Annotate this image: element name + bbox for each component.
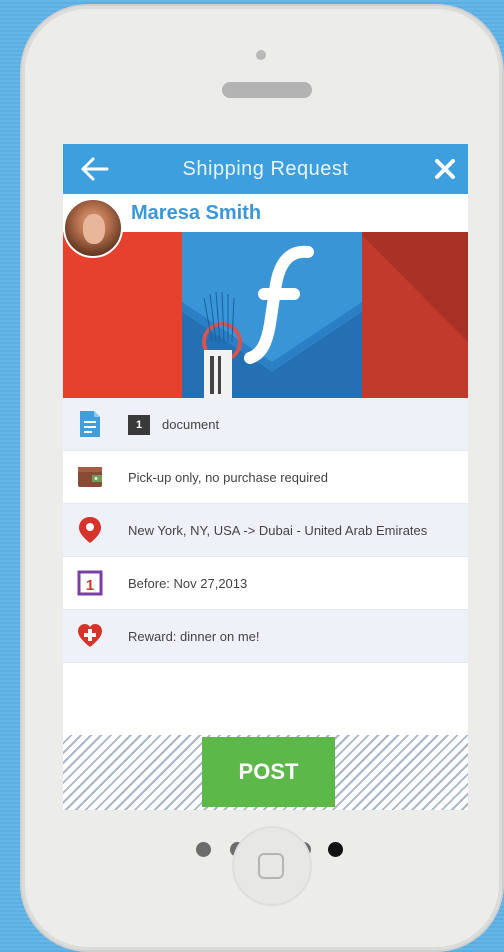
detail-text: New York, NY, USA -> Dubai - United Arab…: [128, 523, 428, 538]
detail-text: 1 document: [128, 398, 458, 451]
camera-icon: [256, 50, 266, 60]
arrow-left-icon[interactable]: [79, 156, 109, 182]
request-details: 1 document Pick-up only, no purchase req…: [63, 398, 468, 663]
detail-text: Pick-up only, no purchase required: [128, 470, 328, 485]
detail-row-date[interactable]: 1 Before: Nov 27,2013: [63, 557, 468, 610]
location-pin-icon: [79, 517, 101, 543]
calendar-icon: 1: [77, 570, 103, 596]
speaker-grille: [222, 82, 312, 98]
footer-bar: POST: [63, 735, 468, 810]
detail-row-reward[interactable]: Reward: dinner on me!: [63, 610, 468, 663]
home-button[interactable]: [232, 826, 312, 906]
home-square-icon: [258, 853, 284, 879]
hero-banner: [63, 232, 468, 398]
detail-row-route[interactable]: New York, NY, USA -> Dubai - United Arab…: [63, 504, 468, 557]
user-avatar[interactable]: [63, 198, 123, 258]
user-bar: Maresa Smith: [63, 194, 468, 232]
avatar-face: [83, 214, 105, 244]
document-icon: [80, 411, 100, 437]
quantity-badge: 1: [128, 414, 150, 435]
wallet-icon: [78, 467, 102, 487]
top-bar: Shipping Request: [63, 144, 468, 194]
page-dot-active[interactable]: [328, 842, 343, 857]
page-title: Shipping Request: [182, 158, 349, 180]
post-button[interactable]: POST: [202, 737, 335, 807]
app-logo-icon: [182, 232, 362, 398]
close-icon[interactable]: [434, 158, 456, 180]
detail-row-document[interactable]: 1 document: [63, 398, 468, 451]
detail-label: document: [162, 417, 220, 432]
user-name[interactable]: Maresa Smith: [131, 202, 261, 225]
detail-text: Reward: dinner on me!: [128, 629, 260, 644]
page-dot[interactable]: [196, 842, 211, 857]
heart-plus-icon: [78, 624, 102, 647]
svg-text:1: 1: [86, 577, 94, 594]
app-screen: Shipping Request Maresa Smith 1 document…: [63, 144, 468, 810]
detail-text: Before: Nov 27,2013: [128, 576, 248, 591]
detail-row-purchase[interactable]: Pick-up only, no purchase required: [63, 451, 468, 504]
